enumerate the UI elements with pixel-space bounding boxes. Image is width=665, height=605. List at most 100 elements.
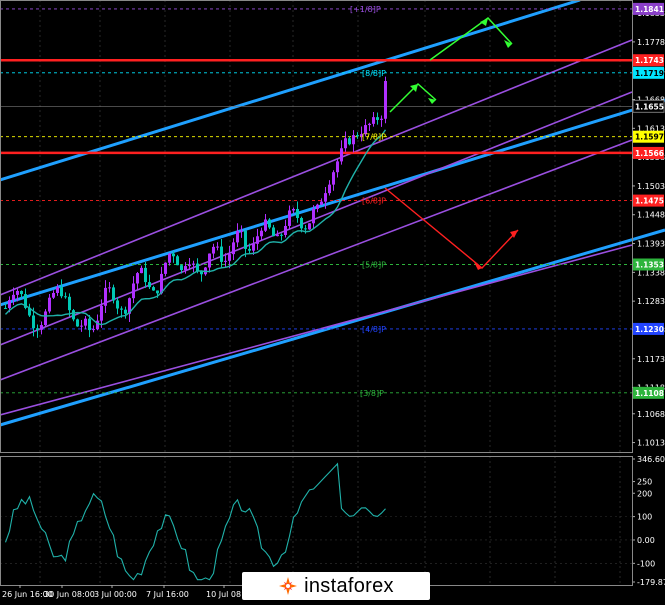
candle-body [180,265,183,271]
price-tick-label: 1.1283 [637,297,665,306]
candle-body [16,290,19,295]
candle-body [384,80,387,119]
indicator-tick-label: -100 [637,559,655,568]
candle-body [132,283,135,299]
candle-body [228,254,231,261]
candle-body [72,310,75,320]
price-tick-label: 1.1013 [637,439,665,448]
price-tick-label: 1.1068 [637,410,665,419]
candle-body [172,253,175,257]
logo-star-icon [278,576,298,596]
candle-body [236,230,239,243]
candle-body [336,161,339,173]
candle-body [296,208,299,218]
candle-body [196,263,199,272]
candle-body [120,308,123,310]
candle-body [240,230,243,232]
murrey-level-label: [6/8]P [362,197,386,206]
murrey-level-label: [5/8]P [362,260,386,269]
price-tick-label: 1.1393 [637,240,665,249]
price-badge-label: 1.1655 [635,102,664,111]
candle-body [300,217,303,229]
price-badge-label: 1.1841 [635,5,664,14]
candle-body [244,230,247,249]
candle-body [164,262,167,274]
candle-body [312,208,315,224]
murrey-level-label: [3/8]P [360,389,384,398]
candle-body [348,138,351,145]
price-badge-label: 1.1566 [635,149,664,158]
indicator-tick-label: 346.6021 [637,455,665,464]
candle-body [92,329,95,331]
candle-body [212,246,215,254]
candle-body [192,263,195,265]
price-badge-label: 1.1475 [635,197,664,206]
candle-body [248,248,251,251]
candle-body [140,267,143,274]
candle-body [284,225,287,235]
candle-body [20,290,23,295]
indicator-tick-label: 200 [637,489,652,498]
candle-body [220,246,223,262]
price-tick-label: 1.1173 [637,355,665,364]
candle-body [324,193,327,202]
candle-body [232,242,235,255]
candle-body [328,184,331,194]
indicator-tick-label: 0.00 [637,536,655,545]
candle-body [252,243,255,251]
candle-body [144,267,147,283]
candle-body [40,325,43,330]
candle-body [76,319,79,327]
candle-body [264,219,267,231]
price-badge-label: 1.1108 [635,389,664,398]
candle-body [152,287,155,291]
murrey-level-label: [4/8]P [362,325,386,334]
candle-body [356,135,359,137]
candle-body [88,318,91,331]
candle-body [272,227,275,237]
price-tick-label: 1.1503 [637,182,665,191]
candle-body [156,290,159,294]
candle-body [100,305,103,321]
candle-body [292,208,295,211]
time-tick-label: 3 Jul 00:00 [94,590,137,599]
candle-body [268,219,271,228]
candle-body [64,296,67,298]
candle-body [44,311,47,326]
candle-body [380,118,383,120]
murrey-level-label: [7/8]P [362,133,386,142]
candle-body [216,246,219,248]
candle-body [376,117,379,120]
candle-body [80,325,83,327]
price-badge-label: 1.1230 [635,325,664,334]
candle-body [148,282,151,288]
instaforex-logo: instaforex [242,572,430,600]
candle-body [104,287,107,306]
candle-body [332,172,335,185]
candle-body [372,117,375,124]
candle-body [116,300,119,309]
candle-body [84,318,87,326]
candle-body [188,264,191,267]
candle-body [256,236,259,244]
candle-body [208,253,211,268]
murrey-level-label: [8/8]P [362,69,386,78]
price-tick-label: 1.1778 [637,38,665,47]
price-badge-label: 1.1597 [635,133,664,142]
candle-body [320,201,323,205]
price-badge-label: 1.1719 [635,69,664,78]
candle-body [288,210,291,226]
candle-body [56,287,59,293]
candle-body [352,135,355,145]
price-badge-label: 1.1743 [635,56,664,65]
murrey-level-label: [+1/8]P [350,5,381,14]
candle-body [8,300,11,309]
candle-body [108,287,111,289]
trading-chart[interactable]: [+1/8]P [8/8]P [7/8]P [6/8]P [5/8]P [4/8]P [3/… [0,0,665,605]
candle-body [340,148,343,162]
candle-body [168,253,171,263]
candle-body [224,260,227,262]
candle-body [124,309,127,314]
candle-body [48,297,51,312]
candle-body [316,204,319,209]
